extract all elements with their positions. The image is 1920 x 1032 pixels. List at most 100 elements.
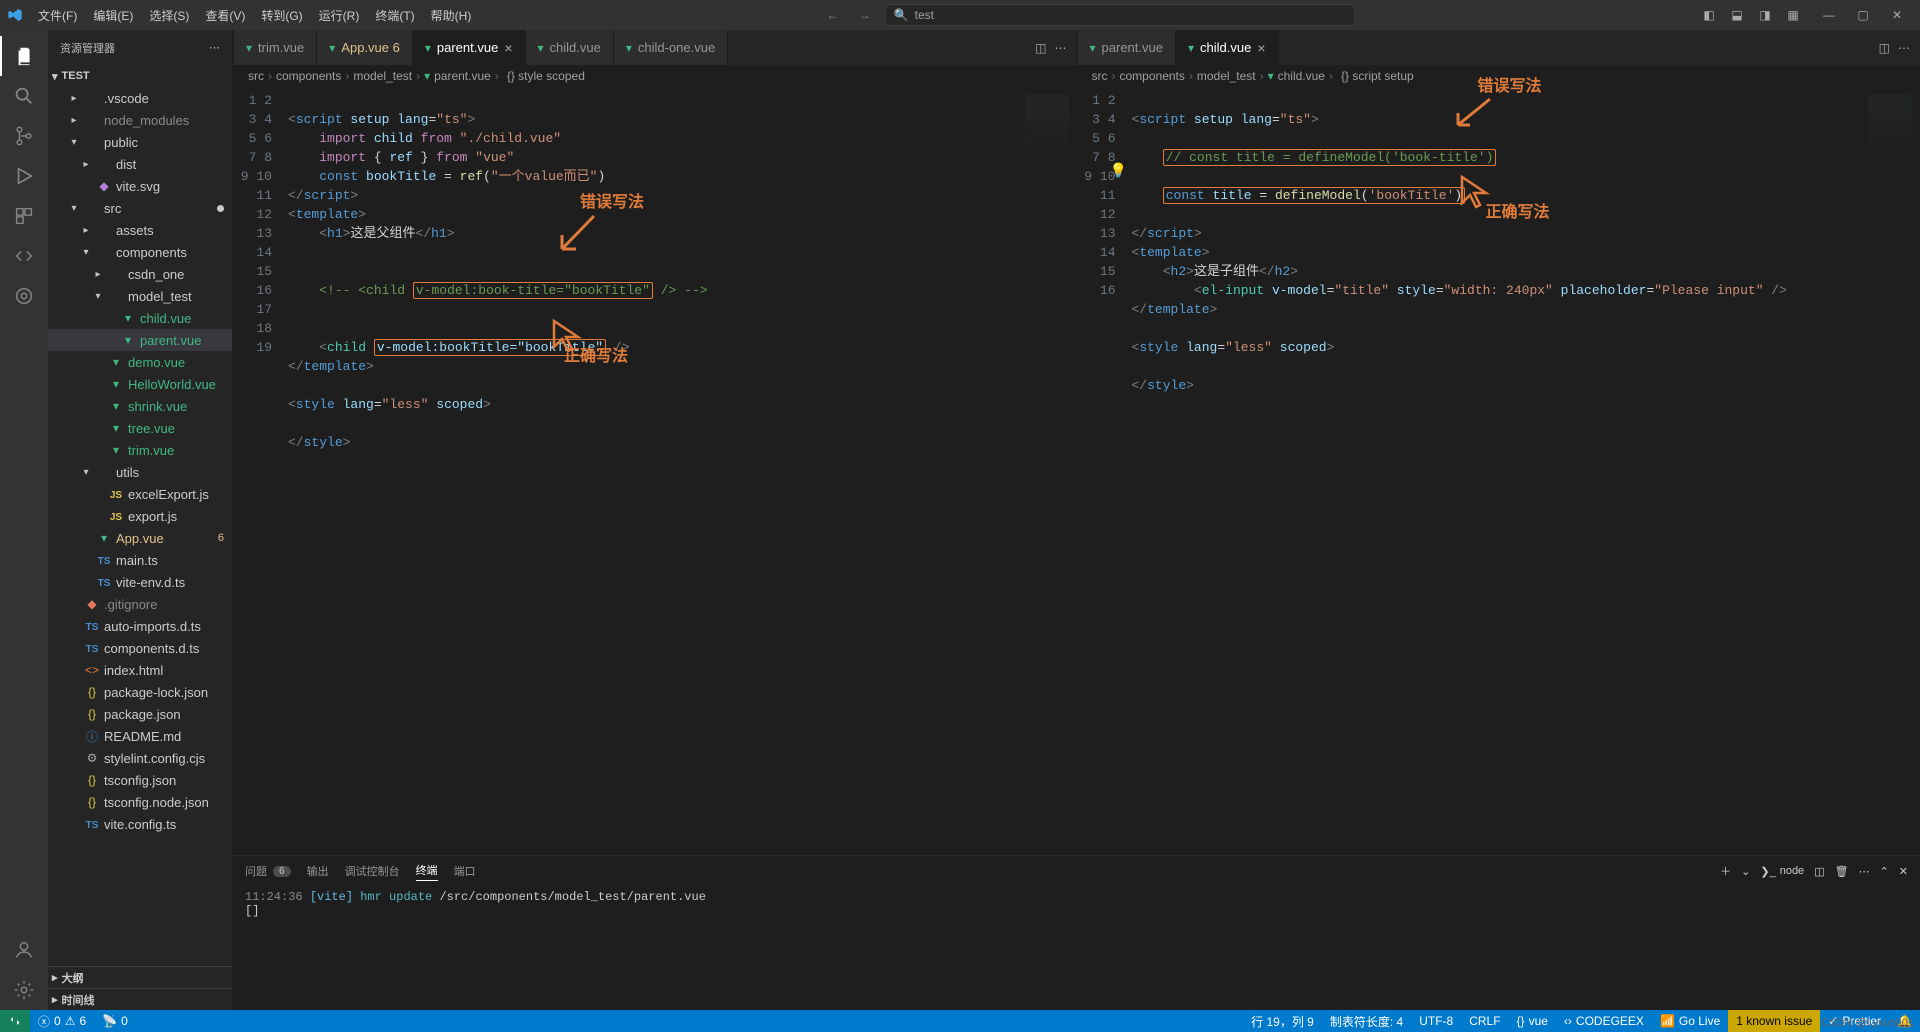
breadcrumb[interactable]: model_test bbox=[353, 69, 412, 83]
breadcrumb[interactable]: src bbox=[248, 69, 264, 83]
menu-select[interactable]: 选择(S) bbox=[141, 0, 197, 30]
panel-tab-debug[interactable]: 调试控制台 bbox=[345, 863, 400, 879]
breadcrumb[interactable]: components bbox=[1120, 69, 1185, 83]
tab-child-vue[interactable]: ▾child.vue bbox=[526, 30, 614, 65]
status-remote-icon[interactable] bbox=[0, 1010, 30, 1032]
terminal-more-icon[interactable]: ⋯ bbox=[1859, 865, 1870, 878]
tab-child-vue[interactable]: ▾child.vue× bbox=[1176, 30, 1279, 65]
status-encoding[interactable]: UTF-8 bbox=[1411, 1010, 1461, 1032]
tab-more-icon[interactable]: ⋯ bbox=[1898, 41, 1910, 55]
timeline-header[interactable]: ▸ 时间线 bbox=[48, 988, 232, 1010]
tree-item-tree-vue[interactable]: ▾tree.vue bbox=[48, 417, 232, 439]
panel-tab-ports[interactable]: 端口 bbox=[454, 863, 476, 879]
terminal-dropdown-icon[interactable]: ⌄ bbox=[1741, 865, 1750, 878]
status-errors[interactable]: ⓧ0 ⚠6 bbox=[30, 1010, 94, 1032]
activity-git-icon[interactable] bbox=[0, 116, 48, 156]
terminal-new-icon[interactable]: ＋ bbox=[1720, 863, 1731, 879]
tree-item-csdn-one[interactable]: ▸csdn_one bbox=[48, 263, 232, 285]
status-ports[interactable]: 📡0 bbox=[94, 1010, 136, 1032]
tab-trim-vue[interactable]: ▾trim.vue bbox=[234, 30, 317, 65]
tree-item-readme-md[interactable]: ⓘREADME.md bbox=[48, 725, 232, 747]
tree-item-parent-vue[interactable]: ▾parent.vue bbox=[48, 329, 232, 351]
menu-view[interactable]: 查看(V) bbox=[197, 0, 253, 30]
terminal-close-icon[interactable]: ✕ bbox=[1899, 865, 1908, 878]
status-tabsize[interactable]: 制表符长度: 4 bbox=[1322, 1010, 1411, 1032]
window-maximize-icon[interactable]: ▢ bbox=[1846, 0, 1880, 30]
tree-item-tsconfig-json[interactable]: {}tsconfig.json bbox=[48, 769, 232, 791]
status-eol[interactable]: CRLF bbox=[1461, 1010, 1508, 1032]
breadcrumb[interactable]: child.vue bbox=[1278, 69, 1325, 83]
tree-item-model-test[interactable]: ▾model_test bbox=[48, 285, 232, 307]
tree-item-trim-vue[interactable]: ▾trim.vue bbox=[48, 439, 232, 461]
breadcrumbs-left[interactable]: src› components› model_test› ▾ parent.vu… bbox=[234, 65, 1077, 87]
status-codegeex[interactable]: ‹›CODEGEEX bbox=[1556, 1010, 1652, 1032]
panel-tab-output[interactable]: 输出 bbox=[307, 863, 329, 879]
breadcrumb[interactable]: components bbox=[276, 69, 341, 83]
tab-more-icon[interactable]: ⋯ bbox=[1055, 41, 1067, 55]
layout-left-icon[interactable]: ◧ bbox=[1696, 2, 1722, 28]
tree-item--gitignore[interactable]: ◆.gitignore bbox=[48, 593, 232, 615]
activity-debug-icon[interactable] bbox=[0, 156, 48, 196]
tab-split-icon[interactable]: ◫ bbox=[1879, 41, 1890, 55]
minimap[interactable] bbox=[1860, 87, 1920, 855]
project-header[interactable]: ▾ TEST bbox=[48, 65, 232, 87]
layout-custom-icon[interactable]: ▦ bbox=[1780, 2, 1806, 28]
tree-item-package-lock-json[interactable]: {}package-lock.json bbox=[48, 681, 232, 703]
tab-parent-vue[interactable]: ▾parent.vue bbox=[1078, 30, 1176, 65]
tree-item-vite-env-d-ts[interactable]: TSvite-env.d.ts bbox=[48, 571, 232, 593]
panel-tab-problems[interactable]: 问题 6 bbox=[245, 863, 291, 879]
close-icon[interactable]: × bbox=[1257, 40, 1265, 56]
layout-right-icon[interactable]: ◨ bbox=[1752, 2, 1778, 28]
activity-settings-icon[interactable] bbox=[0, 970, 48, 1010]
tree-item-index-html[interactable]: <>index.html bbox=[48, 659, 232, 681]
tree-item-helloworld-vue[interactable]: ▾HelloWorld.vue bbox=[48, 373, 232, 395]
tree-item-components[interactable]: ▾components bbox=[48, 241, 232, 263]
tab-split-icon[interactable]: ◫ bbox=[1035, 41, 1046, 55]
terminal-body[interactable]: 11:24:36 [vite] hmr update /src/componen… bbox=[233, 886, 1920, 1010]
tree-item-child-vue[interactable]: ▾child.vue bbox=[48, 307, 232, 329]
activity-ai-icon[interactable] bbox=[0, 276, 48, 316]
tree-item-utils[interactable]: ▾utils bbox=[48, 461, 232, 483]
activity-account-icon[interactable] bbox=[0, 930, 48, 970]
tree-item-export-js[interactable]: JSexport.js bbox=[48, 505, 232, 527]
tree-item-assets[interactable]: ▸assets bbox=[48, 219, 232, 241]
tab-app-vue[interactable]: ▾App.vue 6 bbox=[317, 30, 413, 65]
menu-help[interactable]: 帮助(H) bbox=[423, 0, 480, 30]
menu-go[interactable]: 转到(G) bbox=[253, 0, 310, 30]
tab-parent-vue[interactable]: ▾parent.vue× bbox=[413, 30, 526, 65]
menu-edit[interactable]: 编辑(E) bbox=[85, 0, 141, 30]
code-editor-right[interactable]: 1 2 3 4 5 6 7 8 9 10 11 12 13 14 15 16 <… bbox=[1078, 87, 1920, 855]
titlebar-search[interactable]: 🔍 test bbox=[885, 4, 1355, 26]
lightbulb-icon[interactable]: 💡 bbox=[1110, 163, 1127, 182]
status-lncol[interactable]: 行 19，列 9 bbox=[1243, 1010, 1322, 1032]
tree-item--vscode[interactable]: ▸.vscode bbox=[48, 87, 232, 109]
menu-file[interactable]: 文件(F) bbox=[30, 0, 85, 30]
breadcrumb[interactable]: {} script setup bbox=[1341, 69, 1414, 83]
tree-item-app-vue[interactable]: ▾App.vue6 bbox=[48, 527, 232, 549]
menu-run[interactable]: 运行(R) bbox=[311, 0, 368, 30]
outline-header[interactable]: ▸ 大纲 bbox=[48, 966, 232, 988]
layout-bottom-icon[interactable]: ⬓ bbox=[1724, 2, 1750, 28]
activity-explorer-icon[interactable] bbox=[0, 36, 48, 76]
tree-item-components-d-ts[interactable]: TScomponents.d.ts bbox=[48, 637, 232, 659]
code-editor-left[interactable]: 1 2 3 4 5 6 7 8 9 10 11 12 13 14 15 16 1… bbox=[234, 87, 1077, 855]
breadcrumbs-right[interactable]: src› components› model_test› ▾ child.vue… bbox=[1078, 65, 1920, 87]
sidebar-more-icon[interactable]: ⋯ bbox=[209, 41, 220, 54]
terminal-name[interactable]: ❯_node bbox=[1760, 865, 1804, 878]
breadcrumb[interactable]: {} style scoped bbox=[507, 69, 585, 83]
tree-item-excelexport-js[interactable]: JSexcelExport.js bbox=[48, 483, 232, 505]
tree-item-stylelint-config-cjs[interactable]: ⚙stylelint.config.cjs bbox=[48, 747, 232, 769]
status-golive[interactable]: 📶Go Live bbox=[1652, 1010, 1728, 1032]
status-known-issue[interactable]: 1 known issue bbox=[1728, 1010, 1820, 1032]
tree-item-package-json[interactable]: {}package.json bbox=[48, 703, 232, 725]
terminal-maximize-icon[interactable]: ⌃ bbox=[1880, 865, 1889, 878]
close-icon[interactable]: × bbox=[504, 40, 512, 56]
tree-item-tsconfig-node-json[interactable]: {}tsconfig.node.json bbox=[48, 791, 232, 813]
breadcrumb[interactable]: parent.vue bbox=[434, 69, 491, 83]
terminal-split-icon[interactable]: ◫ bbox=[1814, 865, 1824, 878]
tree-item-dist[interactable]: ▸dist bbox=[48, 153, 232, 175]
tree-item-node-modules[interactable]: ▸node_modules bbox=[48, 109, 232, 131]
tree-item-src[interactable]: ▾src bbox=[48, 197, 232, 219]
panel-tab-terminal[interactable]: 终端 bbox=[416, 862, 438, 881]
breadcrumb[interactable]: model_test bbox=[1197, 69, 1256, 83]
